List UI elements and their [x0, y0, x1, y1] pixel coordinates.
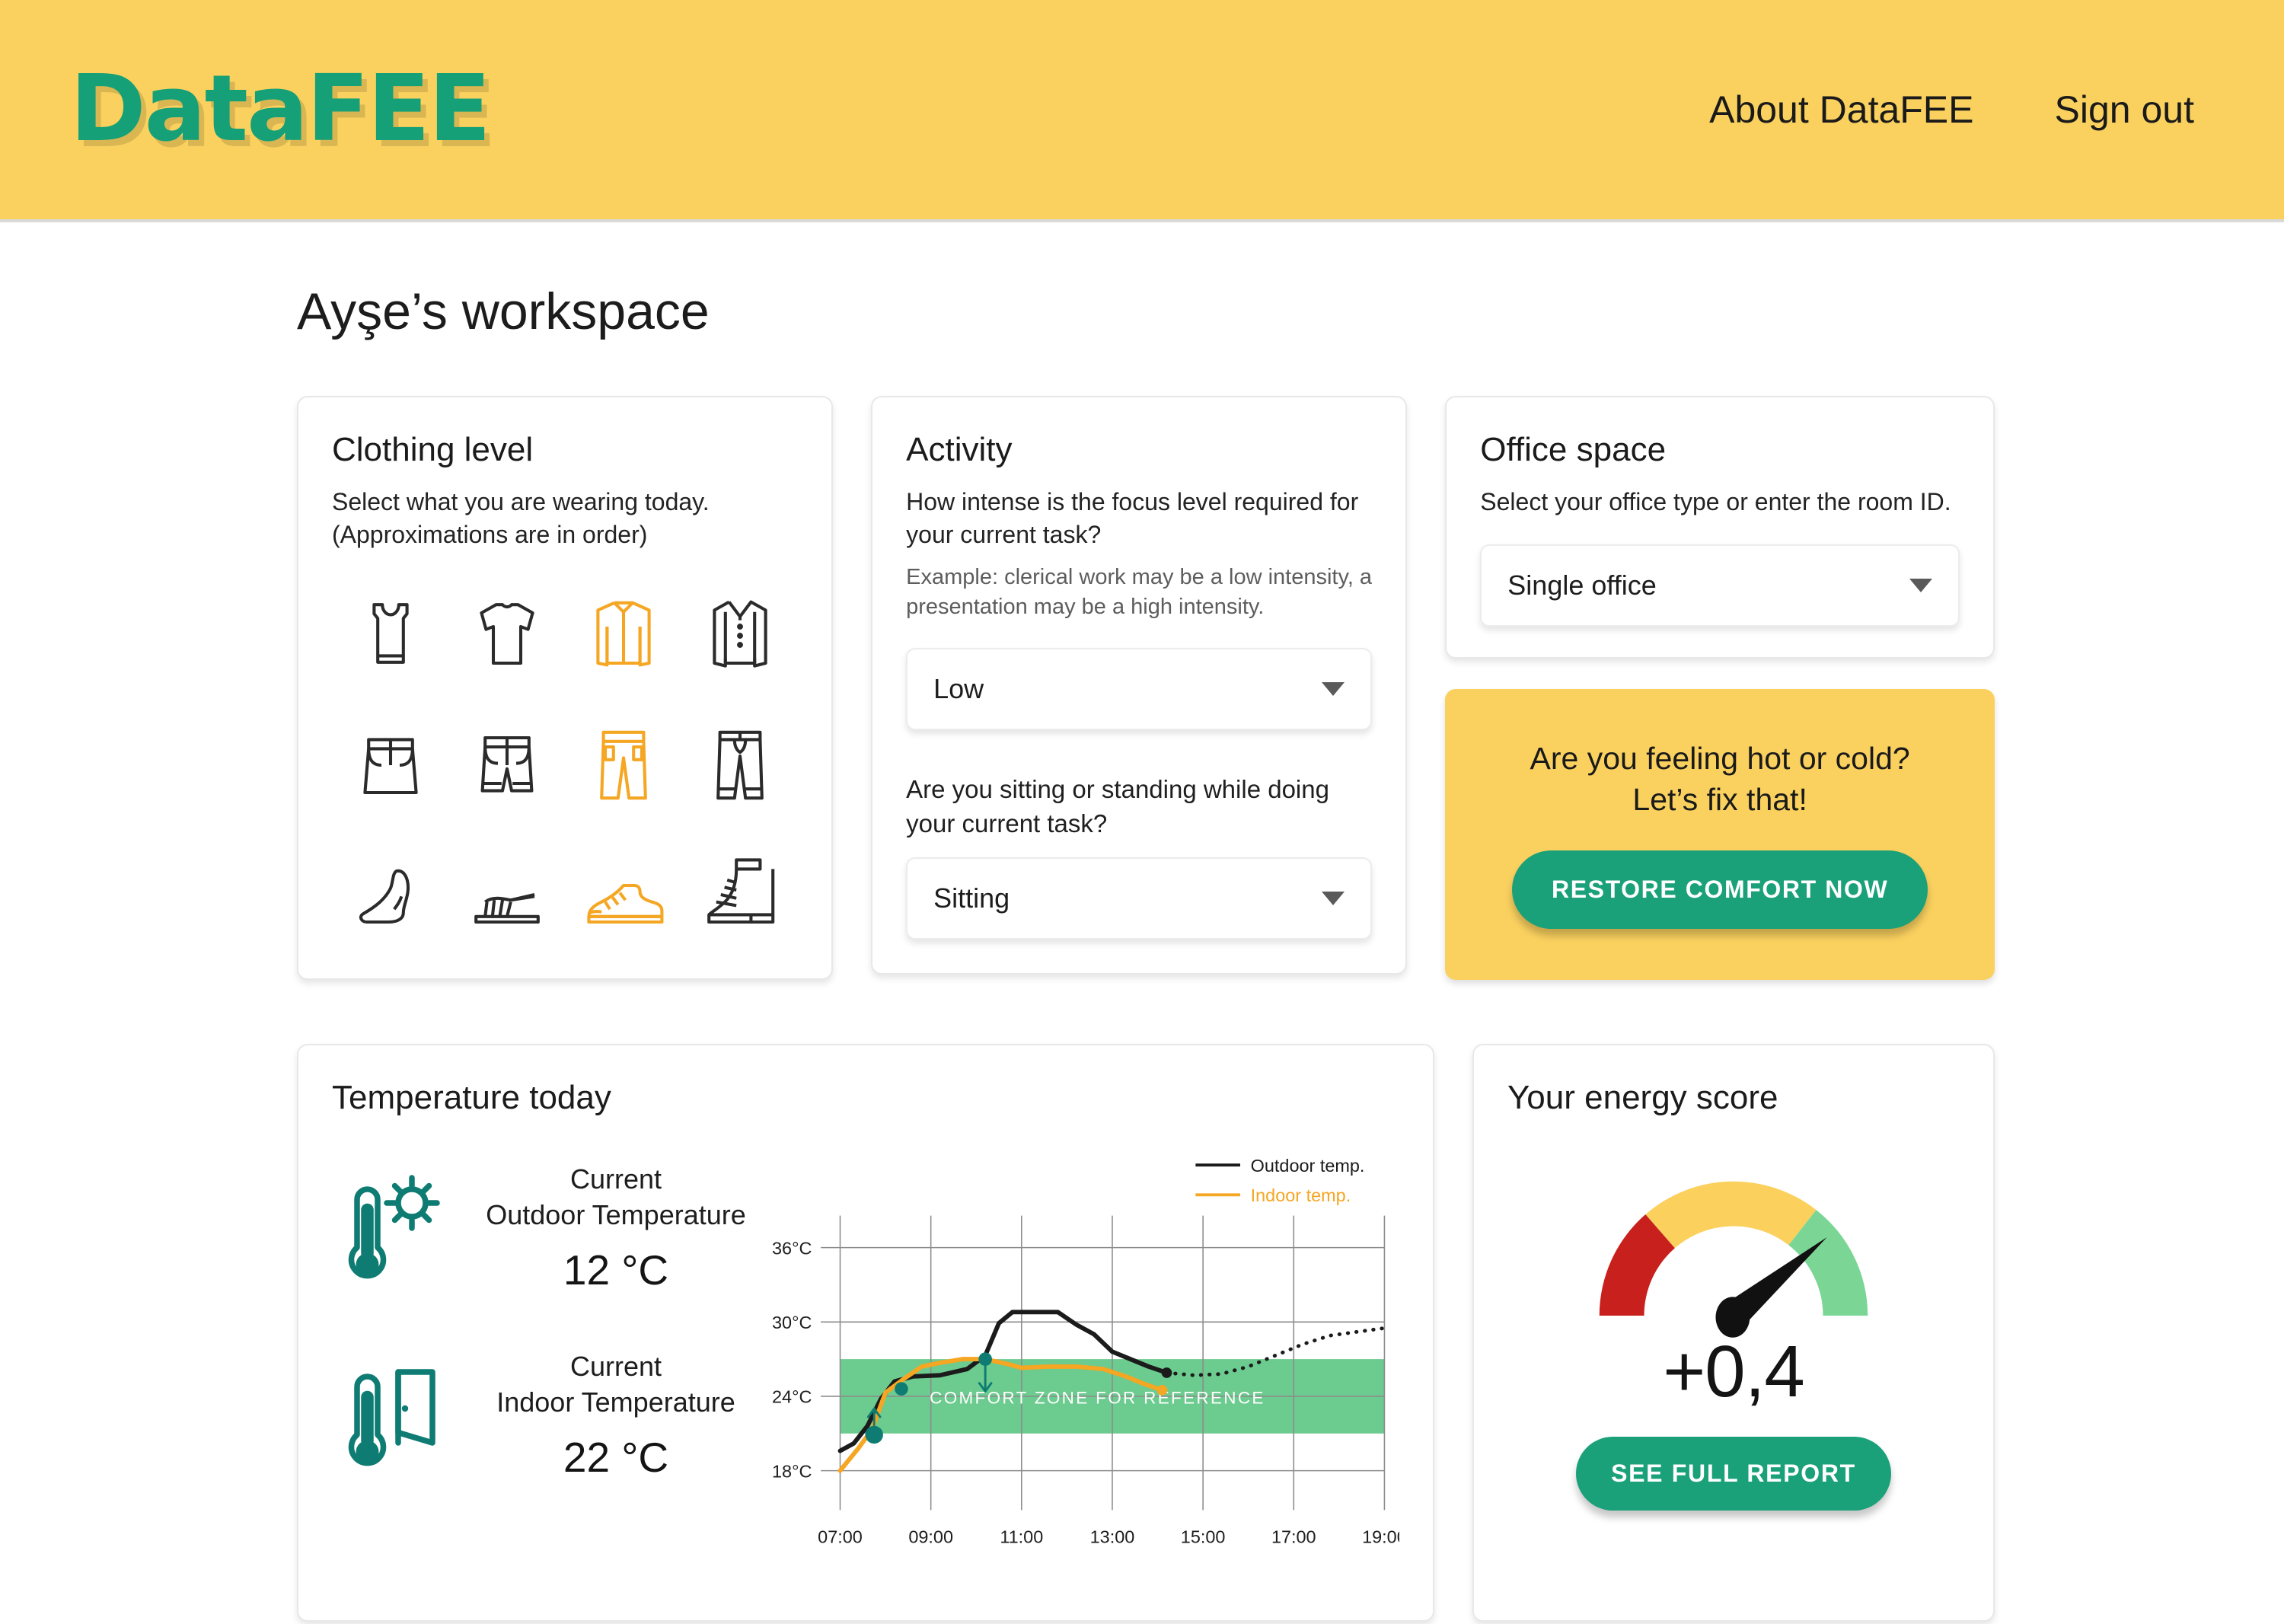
restore-comfort-button[interactable]: RESTORE COMFORT NOW [1512, 850, 1928, 930]
temperature-today-card: Temperature today Current Outdoor Temper… [297, 1044, 1434, 1622]
temperature-chart: Outdoor temp. Indoor temp. 07:00 09:00 11:00… [760, 1134, 1407, 1590]
clothing-icon-grid [332, 582, 798, 948]
app-header: DataFEE About DataFEE Sign out [0, 0, 2284, 222]
outdoor-caption-line-2: Outdoor Temperature [486, 1199, 746, 1231]
bare-foot-icon [359, 869, 410, 924]
svg-text:15:00: 15:00 [1181, 1527, 1226, 1546]
clothing-option-t-shirt[interactable] [454, 582, 560, 689]
cardigan-icon [712, 600, 767, 668]
promo-line-1: Are you feeling hot or cold? [1530, 741, 1910, 777]
outdoor-temperature-value: 12 °C [563, 1246, 669, 1294]
top-card-row: Clothing level Select what you are weari… [297, 396, 1995, 981]
svg-text:07:00: 07:00 [818, 1527, 863, 1546]
temperature-card-body: Current Outdoor Temperature 12 °C Curren… [332, 1134, 1407, 1590]
chevron-down-icon [1322, 682, 1345, 697]
clothing-card-note: (Approximations are in order) [332, 520, 648, 548]
office-space-card: Office space Select your office type or … [1445, 396, 1995, 659]
office-type-value: Single office [1507, 569, 1657, 601]
svg-text:Indoor temp.: Indoor temp. [1251, 1185, 1351, 1205]
indoor-caption-line-1: Current [569, 1351, 662, 1383]
trousers-icon [599, 730, 647, 800]
clothing-column: Clothing level Select what you are weari… [297, 396, 834, 981]
energy-score-title: Your energy score [1507, 1079, 1778, 1117]
energy-score-card: Your energy score +0,4 SEE FULL REPORT [1472, 1044, 1995, 1622]
chevron-down-icon [1909, 578, 1932, 592]
indoor-temperature-info: Current Indoor Temperature 22 °C [472, 1349, 760, 1482]
long-sleeve-shirt-icon [595, 601, 651, 667]
sneaker-icon [586, 884, 664, 924]
activity-hint-intensity: Example: clerical work may be a low inte… [906, 565, 1373, 620]
activity-question-posture: Are you sitting or standing while doing … [906, 775, 1329, 838]
temperature-card-title: Temperature today [332, 1079, 611, 1117]
boot-icon [707, 858, 774, 924]
skirt-icon [362, 738, 418, 795]
thermometer-door-icon [332, 1347, 446, 1484]
clothing-option-boot[interactable] [687, 841, 793, 948]
page-title: Ayşe’s workspace [297, 282, 710, 340]
nav-sign-out[interactable]: Sign out [2055, 88, 2194, 132]
comfort-promo-card: Are you feeling hot or cold? Let’s fix t… [1445, 688, 1995, 981]
clothing-card-subtitle: Select what you are wearing today. [332, 488, 710, 515]
svg-text:09:00: 09:00 [908, 1527, 953, 1546]
clothing-option-cardigan[interactable] [687, 582, 793, 689]
indoor-temperature-value: 22 °C [563, 1433, 669, 1481]
clothing-option-tank-top[interactable] [337, 582, 444, 689]
outdoor-caption-line-1: Current [569, 1163, 662, 1195]
svg-text:13:00: 13:00 [1090, 1527, 1135, 1546]
svg-text:36°C: 36°C [772, 1239, 812, 1259]
intensity-select-value: Low [933, 673, 984, 705]
t-shirt-icon [479, 603, 534, 665]
svg-text:19:00: 19:00 [1362, 1527, 1399, 1546]
svg-text:24°C: 24°C [772, 1387, 812, 1407]
indoor-caption-line-2: Indoor Temperature [496, 1386, 735, 1418]
see-full-report-button[interactable]: SEE FULL REPORT [1576, 1437, 1891, 1511]
intensity-select[interactable]: Low [906, 648, 1373, 731]
temperature-line-chart: Outdoor temp. Indoor temp. 07:00 09:00 11:00… [772, 1156, 1407, 1546]
outdoor-temperature-row: Current Outdoor Temperature 12 °C [332, 1160, 760, 1297]
thick-pants-icon [716, 730, 764, 800]
office-card-subtitle: Select your office type or enter the roo… [1480, 488, 1951, 515]
office-card-title: Office space [1480, 431, 1667, 468]
activity-question-intensity: How intense is the focus level required … [906, 488, 1359, 548]
activity-card: Activity How intense is the focus level … [871, 396, 1408, 975]
clothing-option-sandals[interactable] [454, 841, 560, 948]
office-column: Office space Select your office type or … [1445, 396, 1995, 981]
posture-select-value: Sitting [933, 882, 1010, 914]
clothing-option-skirt[interactable] [337, 712, 444, 818]
clothing-option-sneaker[interactable] [570, 841, 677, 948]
activity-card-title: Activity [906, 431, 1013, 468]
clothing-option-bare-foot[interactable] [337, 841, 444, 948]
clothing-level-card: Clothing level Select what you are weari… [297, 396, 834, 981]
posture-select[interactable]: Sitting [906, 857, 1373, 940]
bottom-card-row: Temperature today Current Outdoor Temper… [297, 1044, 1995, 1622]
clothing-option-long-sleeve-shirt[interactable] [570, 582, 677, 689]
svg-text:11:00: 11:00 [1000, 1527, 1043, 1546]
tank-top-icon [372, 603, 409, 664]
energy-score-gauge [1599, 1181, 1868, 1338]
nav-about-datafee[interactable]: About DataFEE [1709, 88, 1973, 132]
energy-score-body: +0,4 SEE FULL REPORT [1507, 1134, 1960, 1511]
indoor-temperature-row: Current Indoor Temperature 22 °C [332, 1347, 760, 1484]
thermometer-sun-icon [332, 1160, 446, 1297]
svg-text:Outdoor temp.: Outdoor temp. [1251, 1156, 1365, 1176]
svg-text:30°C: 30°C [772, 1313, 812, 1332]
activity-column: Activity How intense is the focus level … [871, 396, 1408, 980]
temperature-readouts: Current Outdoor Temperature 12 °C Curren… [332, 1134, 760, 1590]
app-logo[interactable]: DataFEE [70, 64, 491, 155]
clothing-option-shorts[interactable] [454, 712, 560, 818]
clothing-option-thick-pants[interactable] [687, 712, 793, 818]
outdoor-temperature-info: Current Outdoor Temperature 12 °C [472, 1162, 760, 1294]
promo-line-2: Let’s fix that! [1632, 782, 1807, 818]
main-nav: About DataFEE Sign out [1709, 88, 2194, 132]
page-body: Ayşe’s workspace Clothing level Select w… [0, 282, 2284, 1622]
svg-text:17:00: 17:00 [1271, 1527, 1316, 1546]
clothing-option-trousers[interactable] [570, 712, 677, 818]
clothing-card-title: Clothing level [332, 431, 534, 468]
shorts-icon [480, 736, 533, 793]
sandals-icon [474, 893, 540, 924]
chevron-down-icon [1322, 892, 1345, 906]
office-type-select[interactable]: Single office [1480, 544, 1960, 627]
svg-text:18°C: 18°C [772, 1462, 812, 1482]
svg-text:COMFORT ZONE FOR REFERENCE: COMFORT ZONE FOR REFERENCE [930, 1389, 1265, 1408]
